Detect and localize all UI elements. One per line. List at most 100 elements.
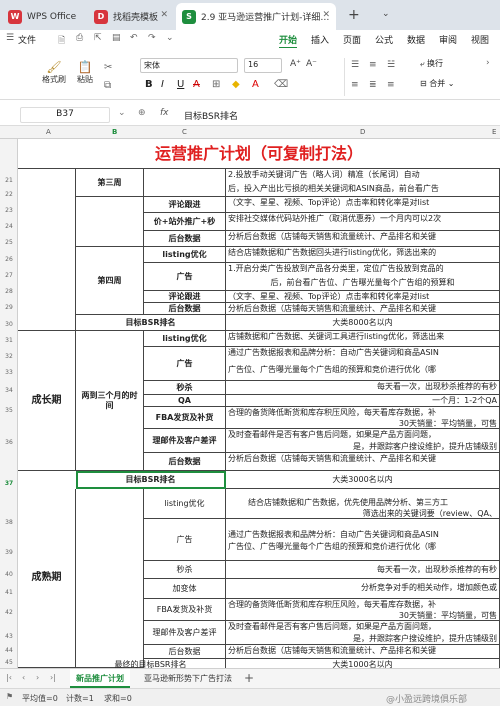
cell-bsr-value[interactable]: 大类8000名以内 <box>226 315 500 331</box>
cell-b[interactable]: 价+站外推广+秒 <box>144 213 226 231</box>
cell-a-blank[interactable] <box>76 489 144 668</box>
cell-b[interactable]: FBA发货及补货 <box>144 599 226 621</box>
row-number[interactable]: 27 <box>0 272 18 279</box>
paste-button[interactable]: 📋 粘贴 <box>72 60 98 85</box>
cell-c[interactable]: 2.投放手动关键词广告（略人词）精准（长尾词）自动 <box>226 169 500 183</box>
cell-b[interactable]: 后台数据 <box>144 231 226 247</box>
sheet-tab[interactable]: 亚马逊新形势下广告打法 <box>138 669 238 688</box>
cell-growth-phase[interactable]: 成长期 <box>18 331 76 471</box>
cell-b[interactable]: 秒杀 <box>144 561 226 579</box>
align-middle-icon[interactable]: ≡ <box>369 60 377 70</box>
cell-c[interactable]: 后，前台看广告位、广告曝光量每个广告组的预算和 <box>226 277 500 291</box>
cell-c[interactable]: 广告位、广告曝光量每个广告组的预算和竞价进行优化（哪 <box>226 541 500 561</box>
cell-week4[interactable]: 第四周 <box>76 247 144 315</box>
sheet-title[interactable]: 运营推广计划（可复制打法） <box>18 139 500 169</box>
cell-target-bsr[interactable]: 目标BSR排名 <box>76 315 226 331</box>
cell-b[interactable]: 后台数据 <box>144 645 226 659</box>
tab-wps-office[interactable]: W WPS Office <box>2 3 86 30</box>
cut-icon[interactable]: ✂ <box>104 62 112 73</box>
cell-b[interactable]: listing优化 <box>144 331 226 347</box>
row-number[interactable]: 38 <box>0 519 18 526</box>
fx-icon[interactable]: fx <box>160 108 169 118</box>
cell-c[interactable]: 分析竞争对手的相关动作，增加颜色或 <box>226 579 500 599</box>
align-top-icon[interactable]: ☰ <box>351 60 359 70</box>
bold-icon[interactable]: B <box>145 79 153 90</box>
cell-c[interactable]: 是，并跟踪客户搜设维护，提升店铺级别 <box>226 441 500 453</box>
cell-c[interactable]: 每天看一次，出现秒杀推荐的有秒 <box>226 561 500 579</box>
align-right-icon[interactable]: ≡ <box>387 80 395 90</box>
next-sheet-icon[interactable]: › <box>36 673 39 682</box>
row-number[interactable]: 24 <box>0 223 18 230</box>
font-size-select[interactable]: 16 <box>244 58 282 73</box>
menu-page[interactable]: 页面 <box>343 33 361 46</box>
align-center-icon[interactable]: ≣ <box>369 80 377 90</box>
last-sheet-icon[interactable]: ›| <box>50 673 56 682</box>
cell-c[interactable]: 分析后台数据（店铺每天销售和流量统计、产品排名和关键 <box>226 453 500 471</box>
print-preview-icon[interactable]: ▤ <box>112 33 121 43</box>
cell-c[interactable]: 通过广告数据报表和品牌分析：自动广告关键词和商品ASIN <box>226 347 500 364</box>
cell-c[interactable]: （文字、星星、视频、Top评论）点击率和转化率是对list <box>226 197 500 213</box>
sheet-tab-active[interactable]: 新品推广计划 <box>70 669 130 688</box>
row-number[interactable]: 30 <box>0 321 18 328</box>
first-sheet-icon[interactable]: |‹ <box>6 673 12 682</box>
cell-a-blank[interactable] <box>76 197 144 247</box>
row-number[interactable]: 23 <box>0 207 18 214</box>
cell-c-top[interactable] <box>226 489 500 497</box>
cell-c[interactable]: 每天看一次，出现秒杀推荐的有秒 <box>226 381 500 395</box>
cell-b[interactable]: 广告 <box>144 263 226 291</box>
cell-b[interactable]: FBA发货及补货 <box>144 407 226 429</box>
cell-growth-period[interactable]: 两到三个月的时间 <box>76 331 144 471</box>
save-icon[interactable]: 🗎 <box>58 33 65 49</box>
cell-b[interactable]: 理邮件及客户差评 <box>144 429 226 453</box>
cell-b[interactable]: 评论跟进 <box>144 197 226 213</box>
formula-input[interactable]: 目标BSR排名 <box>184 109 238 122</box>
cell-c[interactable]: 广告位、广告曝光量每个广告组的预算和竞价进行优化（哪 <box>226 364 500 381</box>
cell-c-top[interactable] <box>226 519 500 529</box>
row-number[interactable]: 41 <box>0 589 18 596</box>
menu-view[interactable]: 视图 <box>471 33 489 46</box>
font-name-select[interactable]: 宋体 <box>140 58 238 73</box>
row-number[interactable]: 28 <box>0 288 18 295</box>
menu-file[interactable]: 文件 <box>18 33 36 46</box>
hamburger-icon[interactable]: ☰ <box>6 33 14 43</box>
align-bottom-icon[interactable]: ☱ <box>387 60 395 70</box>
cell-b[interactable]: 广告 <box>144 347 226 381</box>
column-header-c[interactable]: C <box>182 128 187 136</box>
row-number[interactable]: 35 <box>0 407 18 414</box>
cell-a-blank[interactable] <box>18 169 76 331</box>
cell-c[interactable]: 结合店铺数据和广告数据，优先使用品牌分析、第三方工 <box>226 497 500 508</box>
cell-week3[interactable]: 第三周 <box>76 169 144 197</box>
format-painter-button[interactable]: 🖌 格式刷 <box>40 60 68 85</box>
export-icon[interactable]: ⇱ <box>94 33 102 43</box>
cell-c[interactable]: 分析后台数据（店铺每天销售和流量统计、产品排名和关键 <box>226 231 500 247</box>
cell-c[interactable]: 一个月：1-2个QA <box>226 395 500 407</box>
row-number[interactable]: 25 <box>0 239 18 246</box>
cell-c[interactable]: 及时查看邮件是否有客户售后问题，如果是产品方面问题， <box>226 621 500 633</box>
row-number[interactable]: 44 <box>0 647 18 654</box>
fill-color-icon[interactable]: ◆ <box>232 79 240 90</box>
cell-mature-phase[interactable]: 成熟期 <box>18 489 76 668</box>
menu-formula[interactable]: 公式 <box>375 33 393 46</box>
align-left-icon[interactable]: ≡ <box>351 80 359 90</box>
cell-c[interactable]: 后，投入产出比亏损的相关关键词和ASIN商品，前台看广告 <box>226 183 500 197</box>
grow-font-icon[interactable]: A⁺ <box>290 59 301 69</box>
wrap-button[interactable]: ⤶ 换行 <box>420 58 443 69</box>
cell-c[interactable]: 合理的备货降低断货和库存积压风险，每天看库存数据，补 <box>226 599 500 610</box>
cell-c[interactable]: 30天销量：平均销量，可售 <box>226 610 500 621</box>
row-number[interactable]: 42 <box>0 609 18 616</box>
cell-c[interactable]: 分析后台数据（店铺每天销售和流量统计、产品排名和关键 <box>226 645 500 659</box>
cell-c[interactable]: 是，并跟踪客户搜设维护，提升店铺级别 <box>226 633 500 645</box>
row-number[interactable]: 31 <box>0 337 18 344</box>
cell-b[interactable]: listing优化 <box>144 247 226 263</box>
cell-target-bsr-selected[interactable]: 目标BSR排名 <box>76 471 226 489</box>
redo-icon[interactable]: ↷ <box>148 33 156 43</box>
row-number[interactable]: 34 <box>0 387 18 394</box>
cell-b[interactable]: 后台数据 <box>144 453 226 471</box>
chevron-down-icon[interactable]: ⌄ <box>382 9 390 19</box>
more-icon[interactable]: ⌄ <box>166 33 174 43</box>
cell-c[interactable]: 合理的备货降低断货和库存积压风险，每天看库存数据，补 <box>226 407 500 418</box>
zoom-icon[interactable]: ⊕ <box>138 108 146 118</box>
row-number[interactable]: 21 <box>0 177 18 184</box>
cell-c[interactable]: 筛选出来的关键词要（review、QA、 <box>226 508 500 519</box>
cell-c[interactable]: 结合店铺数据和广告数据回头进行listing优化，筛选出来的 <box>226 247 500 263</box>
